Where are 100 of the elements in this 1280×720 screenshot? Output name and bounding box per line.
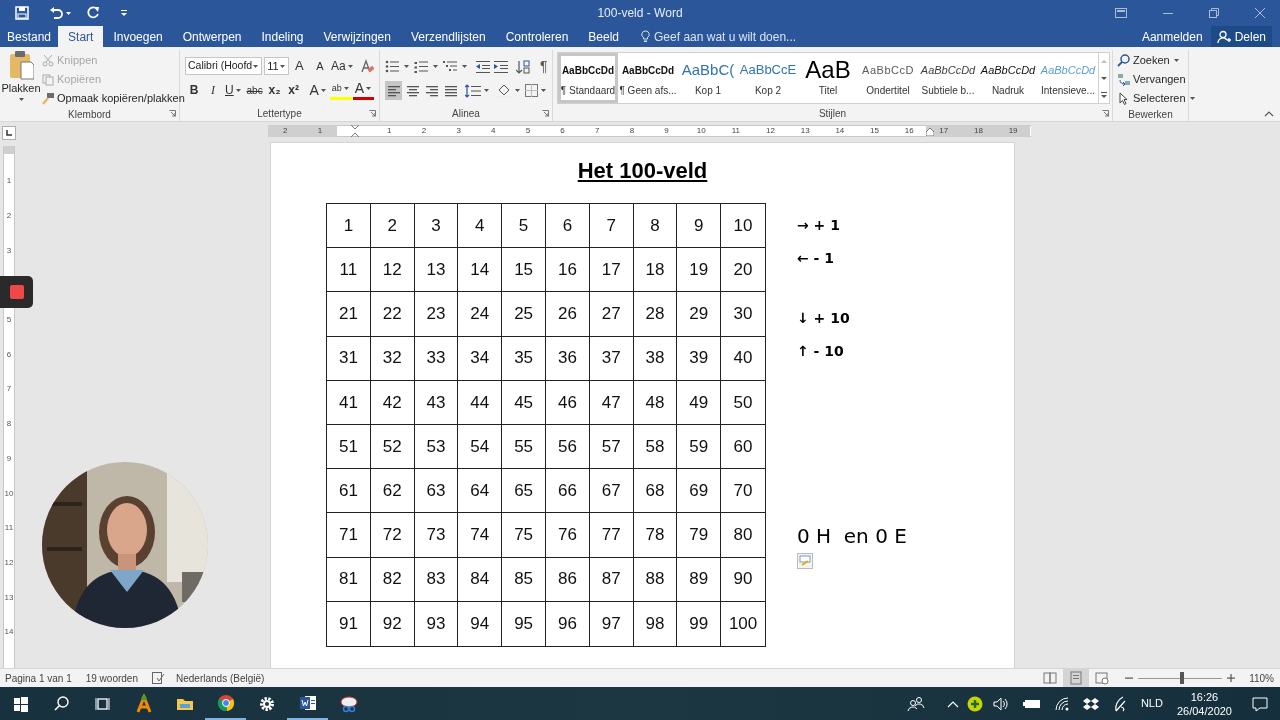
- style-item[interactable]: AaBbCcDd Subtiele b...: [918, 53, 978, 103]
- caret-icon[interactable]: [461, 64, 468, 69]
- lightbulb-icon[interactable]: [641, 30, 651, 43]
- caret-icon[interactable]: [252, 63, 260, 69]
- borders-icon[interactable]: [525, 84, 538, 97]
- subscript-button[interactable]: x₂: [265, 80, 284, 100]
- notification-icon[interactable]: [1252, 695, 1268, 712]
- zoom-slider[interactable]: [1138, 672, 1223, 684]
- paintbrush-icon[interactable]: [42, 92, 54, 105]
- collapse-ribbon-icon[interactable]: [1264, 111, 1274, 117]
- show-formatting-button[interactable]: ¶: [540, 56, 548, 77]
- zoom-in-icon[interactable]: [1227, 674, 1236, 682]
- language-indicator[interactable]: Nederlands (België): [176, 670, 265, 686]
- save-icon[interactable]: [15, 6, 29, 20]
- tell-me-field[interactable]: Geef aan wat u wilt doen...: [641, 26, 797, 47]
- caret-icon[interactable]: [432, 64, 439, 69]
- ribbon-tab[interactable]: Beeld: [578, 26, 630, 47]
- close-icon[interactable]: [1255, 8, 1265, 18]
- ribbon-tab[interactable]: Verzendlijsten: [400, 26, 496, 47]
- shading-icon[interactable]: [496, 83, 512, 98]
- sign-in-link[interactable]: Aanmelden: [1141, 26, 1211, 47]
- dialog-launcher-icon[interactable]: [369, 110, 376, 117]
- ribbon-tab[interactable]: Start: [58, 26, 104, 47]
- strikethrough-button[interactable]: abc: [244, 80, 265, 100]
- ribbon-tab[interactable]: Bestand: [0, 26, 59, 47]
- pen-icon[interactable]: [1112, 695, 1127, 712]
- caret-icon[interactable]: [17, 96, 25, 102]
- caret-icon[interactable]: [65, 10, 72, 16]
- decrease-indent-icon[interactable]: [476, 60, 490, 73]
- proofing-icon[interactable]: [152, 672, 165, 684]
- cursor-icon[interactable]: [1117, 92, 1130, 105]
- font-size-field[interactable]: 11: [264, 57, 289, 75]
- dialog-launcher-icon[interactable]: [1102, 110, 1109, 117]
- grow-font-button[interactable]: A: [290, 56, 309, 76]
- style-item[interactable]: AaBbCcDd ¶ Geen afs...: [618, 53, 678, 103]
- style-item[interactable]: AaBbCcE Kop 2: [738, 53, 798, 103]
- superscript-button[interactable]: x²: [284, 80, 303, 100]
- dropbox-icon[interactable]: [1082, 696, 1099, 711]
- caret-icon[interactable]: [346, 63, 354, 69]
- replace-icon[interactable]: [1117, 73, 1130, 86]
- align-button[interactable]: [385, 81, 402, 100]
- increase-indent-icon[interactable]: [494, 60, 508, 73]
- clear-formatting-icon[interactable]: [360, 59, 374, 73]
- clock-date[interactable]: 26/04/2020: [1176, 703, 1232, 718]
- caret-icon[interactable]: [403, 64, 410, 69]
- highlight-button[interactable]: ab: [329, 80, 352, 100]
- restore-icon[interactable]: [1209, 8, 1219, 18]
- caret-icon[interactable]: [278, 63, 286, 69]
- view-button[interactable]: [1063, 669, 1090, 687]
- right-indent-marker-icon[interactable]: [926, 127, 934, 136]
- customize-caret-icon[interactable]: [120, 9, 128, 17]
- select-button[interactable]: Selecteren: [1117, 89, 1184, 108]
- text-effects-button[interactable]: A: [307, 80, 329, 100]
- style-item[interactable]: AaBbCcDd ¶ Standaard: [558, 53, 618, 103]
- clipboard-icon[interactable]: [8, 50, 34, 80]
- caret-icon[interactable]: [342, 86, 350, 91]
- style-item[interactable]: AaBbCcD Ondertitel: [858, 53, 918, 103]
- font-color-button[interactable]: A: [352, 80, 374, 100]
- caret-icon[interactable]: [319, 87, 327, 93]
- format-painter-button[interactable]: Opmaak kopiëren/plakken: [42, 89, 185, 108]
- caret-icon[interactable]: [514, 88, 521, 93]
- caret-icon[interactable]: [1188, 96, 1196, 101]
- wifi-icon[interactable]: [1054, 696, 1069, 711]
- style-item[interactable]: AaBbC( Kop 1: [678, 53, 738, 103]
- shrink-font-button[interactable]: A: [310, 56, 329, 76]
- page-count[interactable]: Pagina 1 van 1: [5, 670, 72, 686]
- ribbon-tab[interactable]: Indeling: [251, 26, 314, 47]
- style-item[interactable]: AaB Titel: [798, 53, 858, 103]
- ribbon-tab[interactable]: Ontwerpen: [172, 26, 252, 47]
- chevron-up-icon[interactable]: [946, 699, 959, 708]
- undo-icon[interactable]: [49, 6, 63, 20]
- record-button[interactable]: [0, 276, 33, 308]
- ribbon-tab[interactable]: Controleren: [495, 26, 579, 47]
- bullets-icon[interactable]: [385, 60, 399, 73]
- caret-icon[interactable]: [540, 88, 547, 93]
- sort-icon[interactable]: [516, 59, 530, 74]
- style-item[interactable]: AaBbCcDd Nadruk: [978, 53, 1038, 103]
- share-button[interactable]: Delen: [1210, 26, 1272, 47]
- bold-button[interactable]: B: [185, 80, 203, 100]
- caret-icon[interactable]: [483, 88, 490, 93]
- dialog-launcher-icon[interactable]: [169, 110, 176, 117]
- caret-icon[interactable]: [365, 86, 373, 91]
- paste-button[interactable]: Plakken: [4, 50, 38, 108]
- ribbon-tab[interactable]: Verwijzingen: [313, 26, 401, 47]
- word-count[interactable]: 19 woorden: [85, 670, 138, 686]
- battery-icon[interactable]: [1022, 698, 1041, 709]
- ribbon-tab[interactable]: Invoegen: [103, 26, 173, 47]
- change-case-button[interactable]: Aa: [330, 56, 354, 76]
- person-add-icon[interactable]: [1216, 29, 1231, 44]
- underline-button[interactable]: U: [223, 80, 244, 100]
- caret-icon[interactable]: [1172, 58, 1180, 63]
- tab-selector-icon[interactable]: [2, 126, 16, 140]
- input-language[interactable]: NLD: [1140, 695, 1163, 712]
- search-icon[interactable]: [1117, 54, 1130, 67]
- replace-button[interactable]: Vervangen: [1117, 70, 1184, 89]
- zoom-thumb[interactable]: [1179, 672, 1184, 684]
- clock-time[interactable]: 16:26: [1190, 689, 1219, 704]
- font-name-field[interactable]: Calibri (Hoofd: [185, 57, 263, 75]
- people-icon[interactable]: [906, 695, 925, 712]
- ribbon-display-icon[interactable]: [1115, 8, 1127, 18]
